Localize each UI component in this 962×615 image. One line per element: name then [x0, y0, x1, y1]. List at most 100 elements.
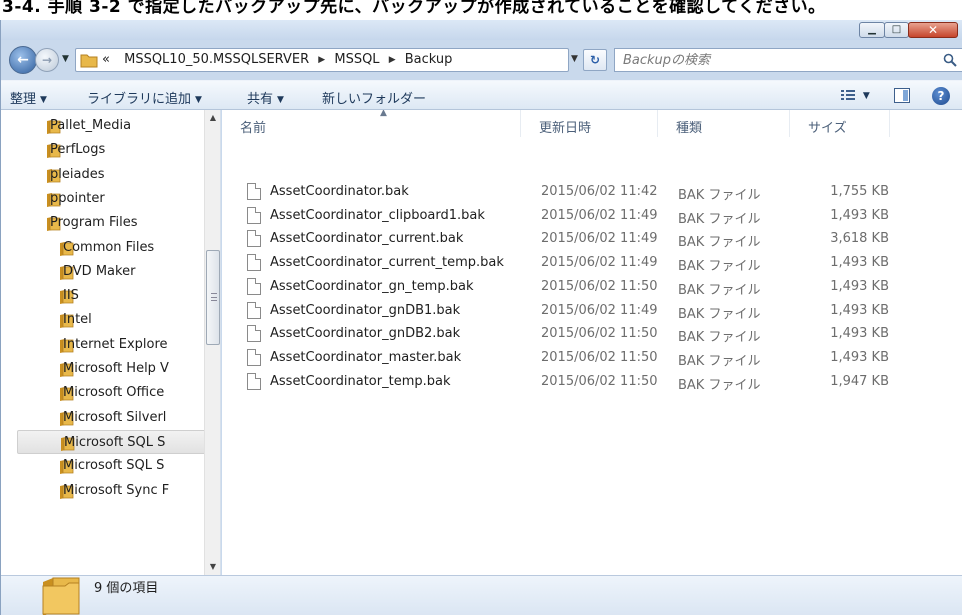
sidebar-item-label: Microsoft Silverl: [63, 409, 167, 425]
sidebar-item-label: pleiades: [50, 166, 105, 182]
column-header-type[interactable]: 種類: [658, 110, 790, 137]
sidebar-item-folder[interactable]: Microsoft SQL S: [17, 454, 220, 478]
organize-label: 整理: [10, 92, 37, 107]
file-icon: [247, 301, 261, 319]
address-bar[interactable]: « MSSQL10_50.MSSQLSERVER ▶ MSSQL ▶ Backu…: [75, 48, 569, 72]
sidebar-item-folder[interactable]: Microsoft SQL S: [17, 429, 220, 454]
file-name: AssetCoordinator_current_temp.bak: [270, 255, 504, 271]
file-row[interactable]: AssetCoordinator_temp.bak 2015/06/02 11:5…: [242, 372, 942, 394]
new-folder-button[interactable]: 新しいフォルダー: [322, 88, 426, 107]
share-label: 共有: [247, 92, 274, 107]
column-header-date[interactable]: 更新日時: [521, 110, 658, 137]
sidebar-item-folder[interactable]: Internet Explore: [17, 333, 220, 357]
close-button[interactable]: ✕: [908, 22, 958, 38]
maximize-button[interactable]: □: [884, 22, 909, 38]
file-type: BAK ファイル: [678, 353, 761, 369]
file-type: BAK ファイル: [678, 282, 761, 298]
column-header-size[interactable]: サイズ: [790, 110, 890, 137]
breadcrumb-overflow[interactable]: «: [102, 52, 110, 67]
sidebar-item-folder[interactable]: ppointer: [17, 187, 220, 211]
breadcrumb: « MSSQL10_50.MSSQLSERVER ▶ MSSQL ▶ Backu…: [102, 52, 452, 67]
sidebar-item-label: Microsoft Help V: [63, 361, 169, 376]
file-row[interactable]: AssetCoordinator_clipboard1.bak 2015/06/0…: [242, 206, 942, 228]
sidebar-item-label: Internet Explore: [63, 336, 168, 352]
file-size: 1,947 KB: [830, 373, 889, 389]
file-icon: [247, 277, 261, 295]
file-type: BAK ファイル: [678, 188, 761, 203]
sidebar-item-folder[interactable]: Program Files: [17, 211, 220, 235]
folder-icon: [80, 54, 98, 68]
file-date: 2015/06/02 11:49: [541, 302, 658, 318]
file-row[interactable]: AssetCoordinator_gn_temp.bak 2015/06/02 1…: [242, 277, 942, 299]
chevron-down-icon: ▼: [862, 91, 870, 101]
chevron-right-icon[interactable]: ▶: [389, 55, 396, 65]
sidebar-item-folder[interactable]: pleiades: [17, 163, 220, 187]
column-date-label: 更新日時: [539, 121, 592, 136]
search-icon[interactable]: [943, 53, 957, 67]
share-menu[interactable]: 共有 ▼: [247, 88, 284, 107]
file-date: 2015/06/02 11:50: [541, 326, 658, 342]
sidebar-item-label: IIS: [63, 288, 79, 304]
organize-menu[interactable]: 整理 ▼: [10, 88, 47, 107]
file-row[interactable]: AssetCoordinator_current_temp.bak 2015/06…: [242, 253, 942, 275]
search-input[interactable]: [615, 49, 935, 71]
sidebar-item-folder[interactable]: Microsoft Help V: [17, 357, 220, 381]
chevron-down-icon: ▼: [40, 95, 47, 105]
sidebar-item-folder[interactable]: Common Files: [17, 236, 220, 260]
sidebar-item-folder[interactable]: IIS: [17, 284, 220, 308]
file-type: BAK ファイル: [678, 235, 761, 251]
minimize-button[interactable]: ▁: [859, 22, 885, 38]
file-row[interactable]: AssetCoordinator_current.bak 2015/06/02 1…: [242, 229, 942, 251]
sidebar-item-folder[interactable]: Microsoft Silverl: [17, 406, 220, 430]
sidebar-item-folder[interactable]: PerfLogs: [17, 138, 220, 162]
scroll-up-icon[interactable]: ▲: [205, 110, 220, 126]
forward-button[interactable]: →: [35, 48, 59, 72]
file-icon: [247, 230, 261, 248]
file-row[interactable]: AssetCoordinator.bak 2015/06/02 11:42 BAK …: [242, 182, 942, 204]
file-date: 2015/06/02 11:50: [541, 373, 658, 389]
file-date: 2015/06/02 11:50: [541, 278, 658, 294]
sidebar-item-folder[interactable]: Intel: [17, 308, 220, 332]
sidebar-item-folder[interactable]: Microsoft Sync F: [17, 479, 220, 503]
file-size: 1,493 KB: [830, 207, 889, 223]
file-size: 3,618 KB: [830, 231, 889, 247]
explorer-window: ▁ □ ✕ ← → ▼ « MSSQL10_50.MSSQLSERVER ▶ M…: [0, 20, 962, 615]
preview-pane-icon[interactable]: [894, 88, 910, 103]
sidebar-item-label: Common Files: [63, 239, 155, 255]
refresh-button[interactable]: ↻: [583, 49, 607, 71]
breadcrumb-mssql[interactable]: MSSQL: [334, 52, 379, 67]
back-button[interactable]: ←: [9, 46, 37, 74]
file-name: AssetCoordinator_current.bak: [270, 231, 464, 247]
file-row[interactable]: AssetCoordinator_master.bak 2015/06/02 11…: [242, 348, 942, 370]
column-name-label: 名前: [240, 121, 267, 136]
file-size: 1,755 KB: [830, 184, 889, 199]
nav-scrollbar[interactable]: ▲ ▼: [204, 110, 220, 575]
sidebar-item-folder[interactable]: Pallet_Media: [17, 114, 220, 138]
file-row[interactable]: AssetCoordinator_gnDB2.bak 2015/06/02 11:…: [242, 324, 942, 346]
sidebar-item-folder[interactable]: Microsoft Office: [17, 381, 220, 405]
view-list-icon: [841, 89, 855, 100]
file-date: 2015/06/02 11:49: [541, 207, 658, 223]
search-box[interactable]: [614, 48, 962, 72]
address-history-dropdown-icon[interactable]: ▼: [571, 54, 578, 64]
file-list-pane: ▲ 名前 更新日時 種類 サイズ AssetCoordinator.bak 201…: [222, 110, 962, 575]
help-icon[interactable]: ?: [932, 87, 950, 105]
sidebar-item-label: Program Files: [50, 215, 138, 231]
chevron-right-icon[interactable]: ▶: [318, 55, 325, 65]
add-to-library-menu[interactable]: ライブラリに追加 ▼: [87, 88, 202, 107]
breadcrumb-backup[interactable]: Backup: [405, 52, 453, 67]
instruction-banner: 3-4. 手順 3-2 で指定したバックアップ先に、バックアップが作成されている…: [0, 0, 962, 22]
change-view-button[interactable]: ▼: [841, 87, 870, 101]
sidebar-item-label: PerfLogs: [50, 142, 106, 158]
scroll-thumb[interactable]: [206, 250, 220, 345]
file-date: 2015/06/02 11:50: [541, 349, 658, 365]
scroll-down-icon[interactable]: ▼: [205, 559, 220, 575]
column-header-name[interactable]: ▲ 名前: [222, 110, 521, 137]
recent-pages-dropdown-icon[interactable]: ▼: [62, 54, 69, 64]
breadcrumb-mssqlserver[interactable]: MSSQL10_50.MSSQLSERVER: [124, 52, 309, 67]
sidebar-item-folder[interactable]: DVD Maker: [17, 260, 220, 284]
file-size: 1,493 KB: [830, 302, 889, 318]
sidebar-item-label: Microsoft Sync F: [63, 482, 170, 498]
file-row[interactable]: AssetCoordinator_gnDB1.bak 2015/06/02 11:…: [242, 301, 942, 323]
chevron-down-icon: ▼: [195, 95, 202, 105]
